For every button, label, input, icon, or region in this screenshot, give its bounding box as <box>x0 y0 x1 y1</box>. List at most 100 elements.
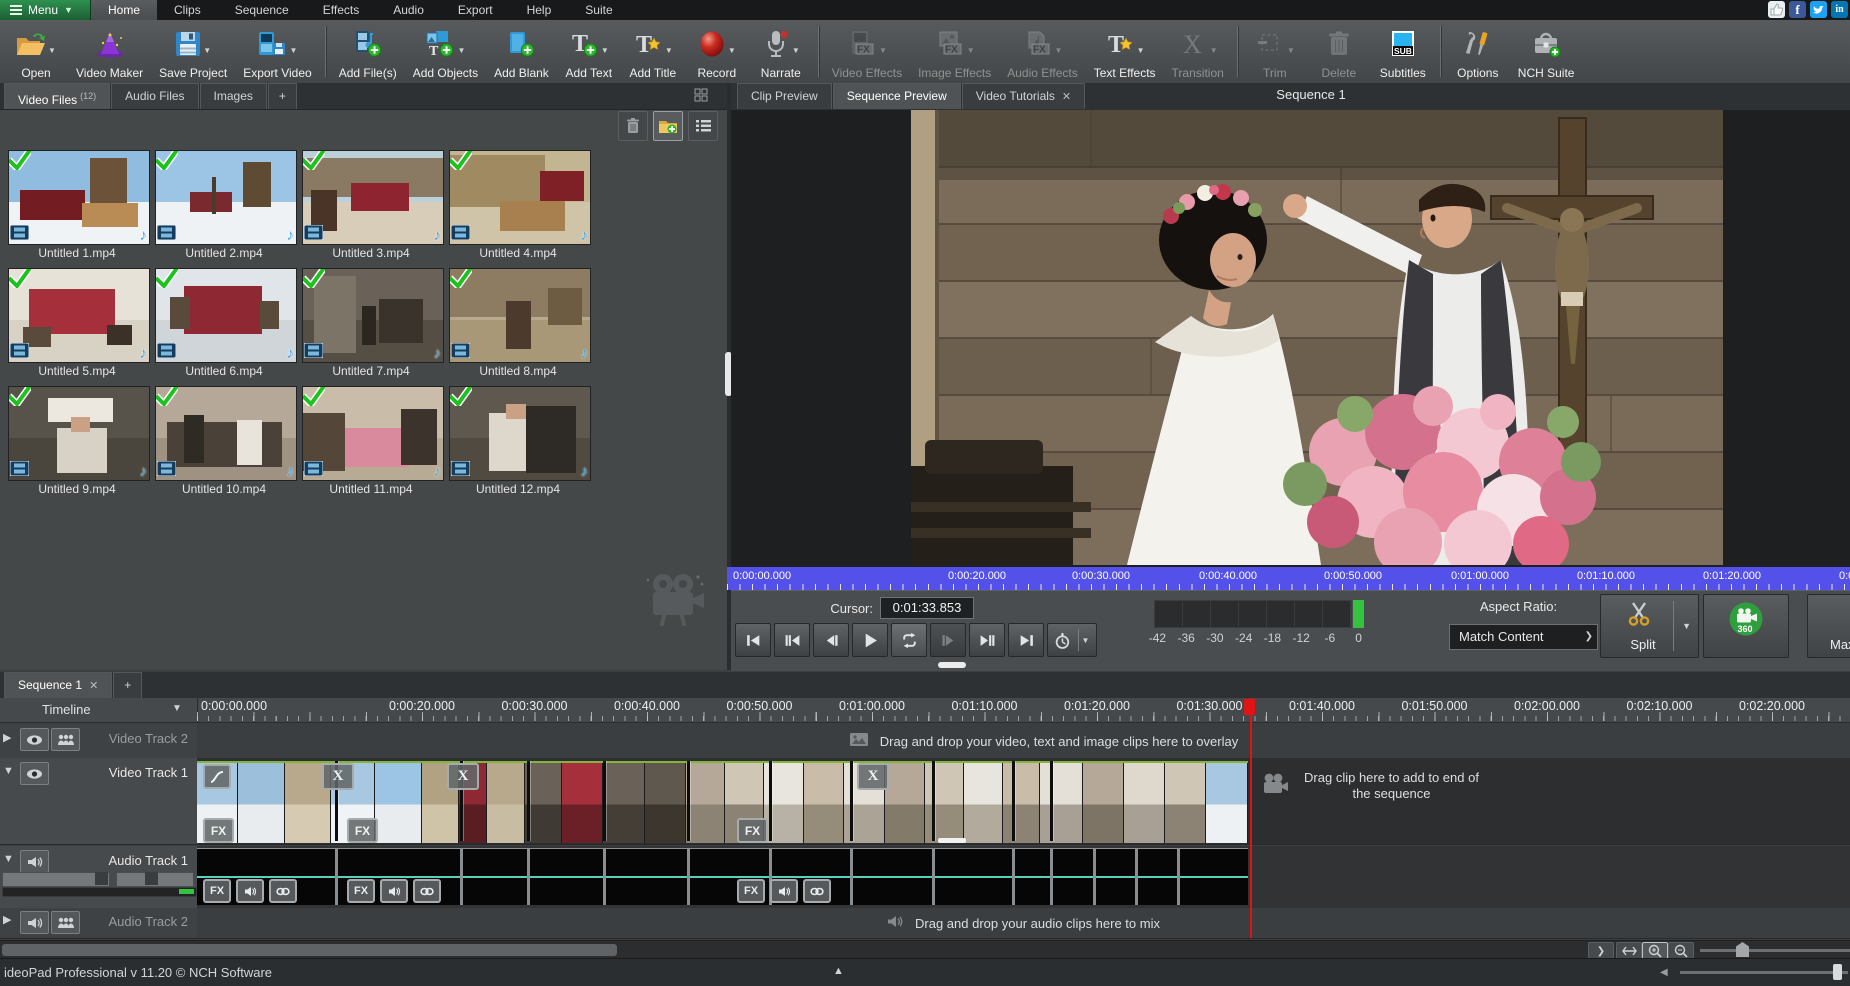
audio-clip-boundary[interactable] <box>527 849 530 905</box>
track-volume-slider[interactable] <box>2 872 110 887</box>
collapse-icon[interactable]: ▼ <box>3 853 14 865</box>
menu-button[interactable]: Menu ▼ <box>0 0 91 20</box>
audio-clip-boundary[interactable] <box>1050 849 1053 905</box>
previous-clip-button[interactable] <box>774 623 810 657</box>
clip-boundary[interactable] <box>687 761 690 841</box>
clip-boundary[interactable] <box>1050 761 1053 841</box>
track-group-button[interactable] <box>51 728 80 751</box>
menu-tab-sequence[interactable]: Sequence <box>218 0 306 20</box>
audio-clips-strip[interactable]: FX FX FX <box>197 848 1248 905</box>
chevron-down-icon[interactable]: ▼ <box>1682 621 1691 631</box>
menu-tab-effects[interactable]: Effects <box>306 0 376 20</box>
status-slider[interactable] <box>1680 971 1848 974</box>
link-badge[interactable] <box>269 879 297 903</box>
panel-grid-icon[interactable] <box>694 88 708 105</box>
transition-badge[interactable]: X <box>447 763 479 790</box>
linkedin-icon[interactable]: in <box>1831 1 1848 18</box>
preview-tab-clip-preview[interactable]: Clip Preview <box>737 83 832 109</box>
save-project-button[interactable]: ▼Save Project <box>151 20 235 83</box>
bin-item-thumbnail[interactable]: ♪ <box>302 150 444 245</box>
next-clip-button[interactable] <box>969 623 1005 657</box>
add-title-button[interactable]: T▼Add Title <box>621 20 685 83</box>
clip-boundary[interactable] <box>769 761 772 841</box>
clip-boundary[interactable] <box>603 761 606 841</box>
track-pan-slider[interactable] <box>116 872 194 887</box>
step-back-button[interactable] <box>813 623 849 657</box>
timeline-zoom-thumb[interactable] <box>1736 942 1749 957</box>
bin-item-thumbnail[interactable]: ♪ <box>302 386 444 481</box>
export-video-button[interactable]: ▼Export Video <box>235 20 320 83</box>
bin-item-thumbnail[interactable]: ♪ <box>449 268 591 363</box>
clip-selection-handle[interactable] <box>938 838 966 843</box>
status-slider-thumb[interactable] <box>1833 964 1842 980</box>
audio-fx-badge[interactable]: FX <box>203 879 231 903</box>
menu-tab-suite[interactable]: Suite <box>568 0 629 20</box>
options-button[interactable]: Options <box>1446 20 1510 83</box>
bin-tab-images[interactable]: Images <box>200 83 267 109</box>
speaker-badge[interactable] <box>380 879 408 903</box>
bin-item-thumbnail[interactable]: ♪ <box>155 386 297 481</box>
video-track-2-header[interactable]: ▶ Video Track 2 <box>0 724 198 758</box>
collapse-left-icon[interactable]: ◀ <box>1660 967 1668 978</box>
clip-boundary[interactable] <box>1012 761 1015 841</box>
audio-clip-boundary[interactable] <box>1177 849 1180 905</box>
audio-clip-boundary[interactable] <box>1012 849 1015 905</box>
menu-tab-home[interactable]: Home <box>91 0 157 20</box>
subtitles-button[interactable]: SUBSubtitles <box>1371 20 1435 83</box>
clip-fx-badge[interactable]: FX <box>203 818 234 843</box>
add-objects-button[interactable]: T▼Add Objects <box>405 20 486 83</box>
timeline-ruler[interactable]: Timeline ▼ 0:00:00.0000:00:20.0000:00:30… <box>0 698 1850 723</box>
play-button[interactable] <box>852 623 888 657</box>
track-mute-button[interactable] <box>20 911 49 934</box>
track-visibility-button[interactable] <box>20 762 49 785</box>
menu-tab-clips[interactable]: Clips <box>157 0 218 20</box>
nch-suite-button[interactable]: NCH Suite <box>1510 20 1583 83</box>
audio-track-2-body[interactable]: Drag and drop your audio clips here to m… <box>197 908 1850 938</box>
open-button[interactable]: ▼Open <box>4 20 68 83</box>
link-badge[interactable] <box>413 879 441 903</box>
preview-seek-bar[interactable]: 0:00:00.0000:00:20.0000:00:30.0000:00:40… <box>727 567 1850 590</box>
speaker-badge[interactable] <box>236 879 264 903</box>
add-folder-button[interactable] <box>653 111 683 141</box>
transition-badge[interactable]: X <box>857 763 889 790</box>
audio-fx-badge[interactable]: FX <box>737 879 765 903</box>
clip-fx-badge[interactable]: FX <box>737 818 768 843</box>
audio-clip-boundary[interactable] <box>850 849 853 905</box>
close-icon[interactable]: ✕ <box>89 680 98 692</box>
video-track-1-body[interactable]: Drag clip here to add to end of the sequ… <box>197 758 1850 844</box>
transition-badge[interactable]: X <box>322 763 354 790</box>
audio-clip-boundary[interactable] <box>687 849 690 905</box>
menu-tab-export[interactable]: Export <box>441 0 510 20</box>
narrate-button[interactable]: ▼Narrate <box>749 20 813 83</box>
track-group-button[interactable] <box>51 911 80 934</box>
list-view-button[interactable] <box>688 111 718 141</box>
text-effects-button[interactable]: T▼Text Effects <box>1086 20 1164 83</box>
new-sequence-tab[interactable]: + <box>113 672 142 698</box>
audio-track-2-header[interactable]: ▶ Audio Track 2 <box>0 908 198 938</box>
clip-boundary[interactable] <box>932 761 935 841</box>
audio-track-1-body[interactable]: FX FX FX <box>197 846 1850 908</box>
add-file-s--button[interactable]: Add File(s) <box>331 20 405 83</box>
maximize-button[interactable]: Max <box>1807 594 1850 658</box>
expand-icon[interactable]: ▶ <box>3 913 11 926</box>
audio-track-1-header[interactable]: ▼ Audio Track 1 <box>0 846 198 908</box>
scrollbar-thumb[interactable] <box>2 944 617 956</box>
bin-tab--[interactable]: + <box>268 83 297 109</box>
like-icon[interactable] <box>1768 1 1785 18</box>
append-drop-zone[interactable]: Drag clip here to add to end of the sequ… <box>1259 770 1559 802</box>
playhead-line[interactable] <box>1250 698 1252 938</box>
bin-tab-audio-files[interactable]: Audio Files <box>111 83 198 109</box>
collapse-icon[interactable]: ▼ <box>3 765 14 777</box>
horizontal-splitter-handle[interactable] <box>938 662 966 668</box>
bin-item-thumbnail[interactable]: ♪ <box>449 386 591 481</box>
video-track-2-body[interactable]: Drag and drop your video, text and image… <box>197 724 1850 758</box>
add-text-button[interactable]: T▼Add Text <box>557 20 621 83</box>
track-mute-button[interactable] <box>20 850 49 873</box>
bin-item-thumbnail[interactable]: ♪ <box>8 268 150 363</box>
track-visibility-button[interactable] <box>20 728 49 751</box>
audio-fx-badge[interactable]: FX <box>347 879 375 903</box>
audio-clip-boundary[interactable] <box>932 849 935 905</box>
bin-item-thumbnail[interactable]: ♪ <box>8 150 150 245</box>
preview-tab-video-tutorials[interactable]: Video Tutorials✕ <box>962 83 1085 109</box>
video-track-1-header[interactable]: ▼ Video Track 1 <box>0 758 198 844</box>
